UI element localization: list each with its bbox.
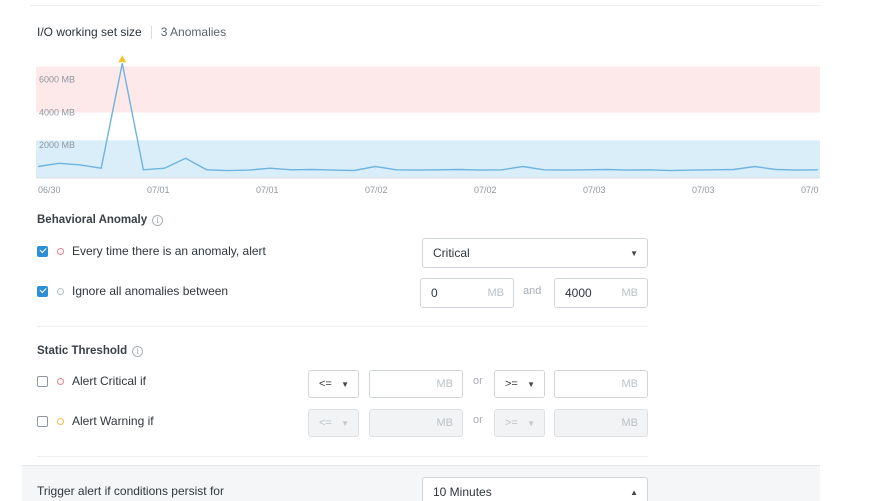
warning-dot-icon (57, 417, 64, 425)
warning-upper-input[interactable]: MB (554, 409, 648, 437)
y-tick-label: 2000 MB (39, 140, 75, 150)
critical-dot-icon (57, 247, 64, 255)
static-threshold-label: Static Threshold (37, 345, 128, 357)
x-tick-label: 07/03 (583, 185, 606, 195)
op2-value: >= (505, 417, 518, 429)
warning-op2-select[interactable]: >= ▼ (494, 409, 545, 437)
critical-threshold-label: Alert Critical if (72, 374, 147, 388)
ignore-max-input[interactable]: 4000 MB (554, 278, 648, 308)
ignore-anomalies-row: Ignore all anomalies between (37, 284, 228, 298)
critical-lower-input[interactable]: MB (369, 370, 463, 398)
x-tick-label: 06/30 (38, 185, 61, 195)
x-tick-label: 07/02 (365, 185, 388, 195)
top-divider (30, 5, 820, 6)
trigger-duration-value: 10 Minutes (433, 485, 492, 499)
header-separator (150, 25, 152, 39)
anomaly-severity-select[interactable]: Critical ▼ (422, 238, 648, 268)
behavioral-anomaly-label: Behavioral Anomaly (37, 214, 148, 226)
chevron-down-icon: ▼ (341, 379, 349, 389)
anomaly-alert-row: Every time there is an anomaly, alert (37, 244, 266, 258)
y-tick-label: 4000 MB (39, 107, 75, 117)
warning-threshold-label: Alert Warning if (72, 414, 154, 428)
chevron-down-icon: ▼ (527, 379, 535, 389)
op2-value: >= (505, 378, 518, 390)
critical-op2-select[interactable]: >= ▼ (494, 370, 545, 398)
critical-upper-input[interactable]: MB (554, 370, 648, 398)
x-tick-label: 07/01 (147, 185, 170, 195)
anomaly-count: 3 Anomalies (160, 25, 227, 39)
unit-label: MB (436, 417, 454, 429)
behavioral-anomaly-title: Behavioral Anomaly i (37, 214, 164, 226)
neutral-dot-icon (57, 287, 64, 295)
chevron-up-icon: ▲ (630, 487, 638, 497)
info-icon[interactable]: i (132, 345, 144, 357)
static-threshold-title: Static Threshold i (37, 345, 144, 357)
or-label: or (473, 375, 483, 387)
ignore-min-input[interactable]: 0 MB (420, 278, 514, 308)
side-gutter (820, 0, 887, 501)
info-icon[interactable]: i (152, 214, 164, 226)
chevron-down-icon: ▼ (527, 418, 535, 428)
unit-label: MB (621, 287, 639, 299)
unit-label: MB (487, 287, 505, 299)
io-working-set-chart: 6000 MB 4000 MB 2000 MB 06/30 07/01 07/01 07/0… (36, 55, 820, 195)
critical-band (36, 66, 820, 113)
op1-value: <= (319, 417, 332, 429)
warning-threshold-checkbox[interactable] (37, 415, 48, 427)
severity-value: Critical (433, 246, 470, 260)
or-label: or (473, 414, 483, 426)
and-label: and (523, 285, 542, 297)
anomaly-alert-label: Every time there is an anomaly, alert (72, 244, 266, 258)
unit-label: MB (621, 417, 639, 429)
ignore-anomalies-label: Ignore all anomalies between (72, 284, 229, 298)
x-tick-label: 07/02 (474, 185, 497, 195)
chart-header: I/O working set size 3 Anomalies (37, 25, 226, 39)
ignore-max-value: 4000 (565, 286, 592, 300)
unit-label: MB (621, 378, 639, 390)
x-tick-label: 07/03 (692, 185, 715, 195)
y-tick-label: 6000 MB (39, 75, 75, 85)
chevron-down-icon: ▼ (630, 248, 638, 258)
trigger-duration-select[interactable]: 10 Minutes ▲ (422, 477, 648, 501)
critical-op1-select[interactable]: <= ▼ (308, 370, 359, 398)
anomaly-alert-checkbox[interactable] (37, 245, 48, 257)
x-tick-label: 07/0 (801, 185, 819, 195)
critical-dot-icon (57, 377, 64, 385)
op1-value: <= (319, 378, 332, 390)
warning-lower-input[interactable]: MB (369, 409, 463, 437)
trigger-label: Trigger alert if conditions persist for (37, 484, 224, 498)
section-divider (37, 326, 648, 327)
unit-label: MB (436, 378, 454, 390)
warning-op1-select[interactable]: <= ▼ (308, 409, 359, 437)
x-tick-label: 07/01 (256, 185, 279, 195)
ignore-anomalies-checkbox[interactable] (37, 285, 48, 297)
ignore-min-value: 0 (431, 286, 438, 300)
warning-icon (118, 55, 127, 63)
metric-name: I/O working set size (37, 25, 142, 39)
normal-band (36, 140, 820, 178)
chevron-down-icon: ▼ (341, 418, 349, 428)
warning-threshold-row: Alert Warning if (37, 414, 154, 428)
section-divider (37, 456, 648, 457)
critical-threshold-row: Alert Critical if (37, 374, 146, 388)
critical-threshold-checkbox[interactable] (37, 375, 48, 387)
